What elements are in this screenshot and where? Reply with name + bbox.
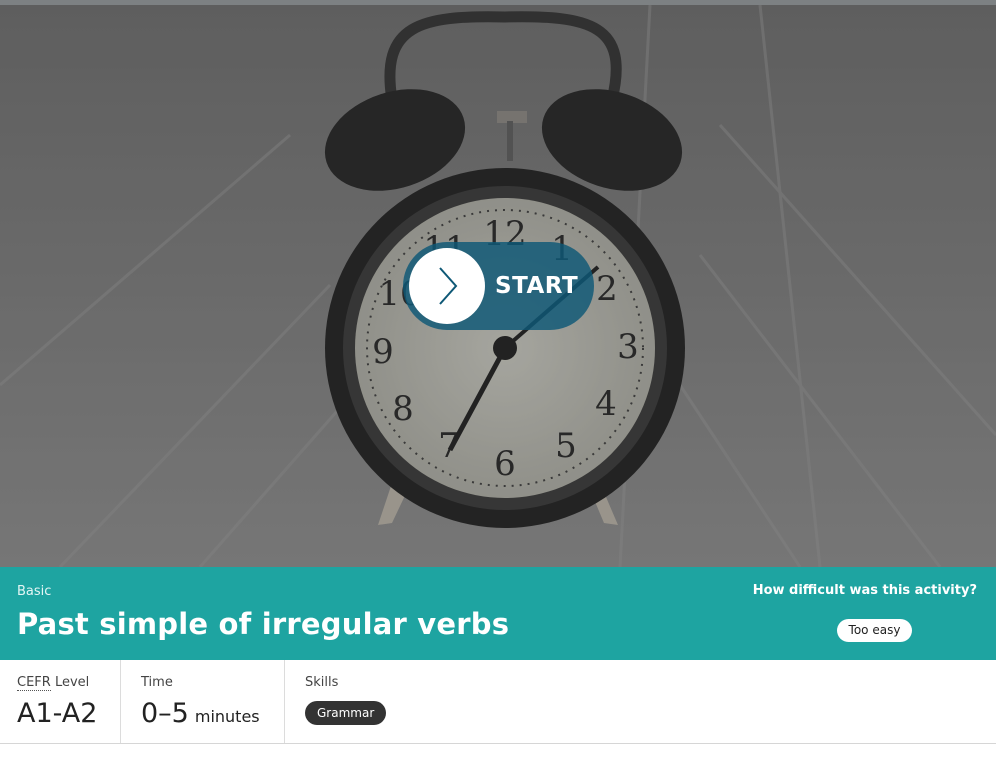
- page-title: Past simple of irregular verbs: [17, 607, 510, 641]
- chevron-right-icon: [439, 267, 458, 305]
- activity-banner: Basic Past simple of irregular verbs How…: [0, 567, 996, 660]
- start-label: START: [495, 273, 579, 299]
- start-icon-circle: [409, 248, 485, 324]
- skills-label: Skills: [305, 675, 339, 690]
- difficulty-question: How difficult was this activity?: [752, 583, 977, 598]
- time-value: 0–5: [141, 698, 189, 729]
- cefr-label-rest: Level: [50, 675, 90, 690]
- too-easy-button[interactable]: Too easy: [837, 619, 912, 642]
- skills-section: Skills Grammar: [285, 660, 585, 743]
- time-value-wrap: 0–5 minutes: [141, 698, 260, 729]
- start-button[interactable]: START: [403, 242, 594, 330]
- cefr-abbr: CEFR: [17, 675, 51, 691]
- activity-info-bar: CEFR Level A1-A2 Time 0–5 minutes Skills …: [0, 660, 996, 744]
- skill-chip-grammar[interactable]: Grammar: [305, 701, 387, 725]
- cefr-label: CEFR Level: [17, 675, 90, 691]
- hero-image: 12 1 2 3 4 5 6 7 8 9 10 11 START: [0, 5, 996, 567]
- level-tag: Basic: [17, 584, 52, 599]
- cefr-level-section: CEFR Level A1-A2: [0, 660, 121, 743]
- time-label: Time: [141, 675, 173, 690]
- cefr-value: A1-A2: [17, 698, 98, 729]
- time-section: Time 0–5 minutes: [121, 660, 285, 743]
- time-unit: minutes: [194, 707, 260, 726]
